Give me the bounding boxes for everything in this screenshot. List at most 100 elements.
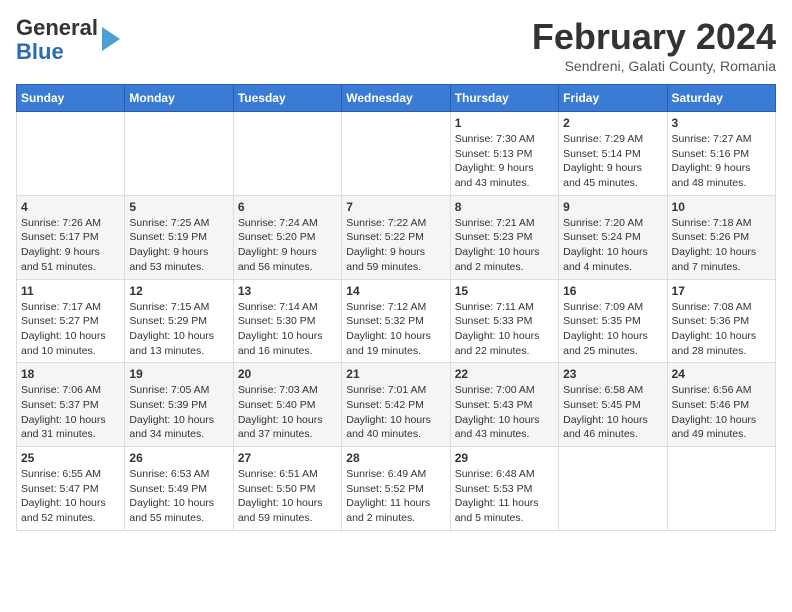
week-row-2: 4Sunrise: 7:26 AM Sunset: 5:17 PM Daylig…	[17, 195, 776, 279]
title-block: February 2024 Sendreni, Galati County, R…	[532, 16, 776, 74]
day-cell: 1Sunrise: 7:30 AM Sunset: 5:13 PM Daylig…	[450, 112, 558, 196]
page-header: General Blue February 2024 Sendreni, Gal…	[16, 16, 776, 74]
logo: General Blue	[16, 16, 120, 64]
day-number: 2	[563, 116, 662, 130]
day-number: 24	[672, 367, 771, 381]
day-cell: 23 Sunrise: 6:58 AM Sunset: 5:45 PM Dayli…	[559, 363, 667, 447]
day-cell	[559, 447, 667, 531]
day-info: Sunrise: 6:53 AM Sunset: 5:49 PM Dayligh…	[129, 467, 228, 526]
day-cell: 28 Sunrise: 6:49 AM Sunset: 5:52 PM Dayli…	[342, 447, 450, 531]
day-info: Sunrise: 7:17 AM Sunset: 5:27 PM Dayligh…	[21, 300, 120, 359]
day-info: Sunrise: 7:30 AM Sunset: 5:13 PM Dayligh…	[455, 132, 554, 191]
day-cell: 26 Sunrise: 6:53 AM Sunset: 5:49 PM Dayli…	[125, 447, 233, 531]
day-info: Sunrise: 7:20 AM Sunset: 5:24 PM Dayligh…	[563, 216, 662, 275]
day-cell	[125, 112, 233, 196]
day-number: 12	[129, 284, 228, 298]
day-info: Sunrise: 7:00 AM Sunset: 5:43 PM Dayligh…	[455, 383, 554, 442]
day-cell: 17 Sunrise: 7:08 AM Sunset: 5:36 PM Dayli…	[667, 279, 775, 363]
day-number: 25	[21, 451, 120, 465]
day-info: Sunrise: 7:06 AM Sunset: 5:37 PM Dayligh…	[21, 383, 120, 442]
day-number: 15	[455, 284, 554, 298]
day-cell: 20 Sunrise: 7:03 AM Sunset: 5:40 PM Dayli…	[233, 363, 341, 447]
day-cell: 2Sunrise: 7:29 AM Sunset: 5:14 PM Daylig…	[559, 112, 667, 196]
day-cell: 16 Sunrise: 7:09 AM Sunset: 5:35 PM Dayli…	[559, 279, 667, 363]
day-cell: 18Sunrise: 7:06 AM Sunset: 5:37 PM Dayli…	[17, 363, 125, 447]
day-cell: 12 Sunrise: 7:15 AM Sunset: 5:29 PM Dayli…	[125, 279, 233, 363]
day-cell: 10 Sunrise: 7:18 AM Sunset: 5:26 PM Dayli…	[667, 195, 775, 279]
column-header-sunday: Sunday	[17, 85, 125, 112]
day-info: Sunrise: 7:03 AM Sunset: 5:40 PM Dayligh…	[238, 383, 337, 442]
day-cell: 3 Sunrise: 7:27 AM Sunset: 5:16 PM Daylig…	[667, 112, 775, 196]
day-number: 19	[129, 367, 228, 381]
day-number: 22	[455, 367, 554, 381]
day-info: Sunrise: 7:01 AM Sunset: 5:42 PM Dayligh…	[346, 383, 445, 442]
calendar-body: 1Sunrise: 7:30 AM Sunset: 5:13 PM Daylig…	[17, 112, 776, 531]
column-header-wednesday: Wednesday	[342, 85, 450, 112]
column-header-monday: Monday	[125, 85, 233, 112]
day-info: Sunrise: 7:11 AM Sunset: 5:33 PM Dayligh…	[455, 300, 554, 359]
day-cell: 7 Sunrise: 7:22 AM Sunset: 5:22 PM Daylig…	[342, 195, 450, 279]
day-cell: 4Sunrise: 7:26 AM Sunset: 5:17 PM Daylig…	[17, 195, 125, 279]
day-number: 9	[563, 200, 662, 214]
day-cell: 29Sunrise: 6:48 AM Sunset: 5:53 PM Dayli…	[450, 447, 558, 531]
day-number: 7	[346, 200, 445, 214]
day-number: 29	[455, 451, 554, 465]
day-cell	[342, 112, 450, 196]
day-number: 8	[455, 200, 554, 214]
day-info: Sunrise: 7:27 AM Sunset: 5:16 PM Dayligh…	[672, 132, 771, 191]
day-info: Sunrise: 7:22 AM Sunset: 5:22 PM Dayligh…	[346, 216, 445, 275]
day-number: 6	[238, 200, 337, 214]
logo-general: General	[16, 15, 98, 40]
month-title: February 2024	[532, 16, 776, 58]
day-info: Sunrise: 6:58 AM Sunset: 5:45 PM Dayligh…	[563, 383, 662, 442]
day-cell	[17, 112, 125, 196]
day-number: 20	[238, 367, 337, 381]
calendar-table: SundayMondayTuesdayWednesdayThursdayFrid…	[16, 84, 776, 531]
day-number: 13	[238, 284, 337, 298]
day-info: Sunrise: 7:15 AM Sunset: 5:29 PM Dayligh…	[129, 300, 228, 359]
day-number: 10	[672, 200, 771, 214]
day-info: Sunrise: 6:49 AM Sunset: 5:52 PM Dayligh…	[346, 467, 445, 526]
week-row-1: 1Sunrise: 7:30 AM Sunset: 5:13 PM Daylig…	[17, 112, 776, 196]
week-row-5: 25Sunrise: 6:55 AM Sunset: 5:47 PM Dayli…	[17, 447, 776, 531]
week-row-3: 11Sunrise: 7:17 AM Sunset: 5:27 PM Dayli…	[17, 279, 776, 363]
day-cell: 13 Sunrise: 7:14 AM Sunset: 5:30 PM Dayli…	[233, 279, 341, 363]
logo-blue: Blue	[16, 39, 64, 64]
day-cell: 6 Sunrise: 7:24 AM Sunset: 5:20 PM Daylig…	[233, 195, 341, 279]
logo-arrow-icon	[102, 27, 120, 51]
day-info: Sunrise: 7:12 AM Sunset: 5:32 PM Dayligh…	[346, 300, 445, 359]
day-info: Sunrise: 7:05 AM Sunset: 5:39 PM Dayligh…	[129, 383, 228, 442]
day-number: 21	[346, 367, 445, 381]
day-number: 14	[346, 284, 445, 298]
day-number: 27	[238, 451, 337, 465]
day-number: 28	[346, 451, 445, 465]
day-info: Sunrise: 7:18 AM Sunset: 5:26 PM Dayligh…	[672, 216, 771, 275]
day-info: Sunrise: 7:08 AM Sunset: 5:36 PM Dayligh…	[672, 300, 771, 359]
day-info: Sunrise: 6:56 AM Sunset: 5:46 PM Dayligh…	[672, 383, 771, 442]
day-cell: 9 Sunrise: 7:20 AM Sunset: 5:24 PM Daylig…	[559, 195, 667, 279]
day-info: Sunrise: 7:09 AM Sunset: 5:35 PM Dayligh…	[563, 300, 662, 359]
day-cell: 5Sunrise: 7:25 AM Sunset: 5:19 PM Daylig…	[125, 195, 233, 279]
day-cell: 24 Sunrise: 6:56 AM Sunset: 5:46 PM Dayli…	[667, 363, 775, 447]
column-header-saturday: Saturday	[667, 85, 775, 112]
day-cell: 11Sunrise: 7:17 AM Sunset: 5:27 PM Dayli…	[17, 279, 125, 363]
day-cell: 25Sunrise: 6:55 AM Sunset: 5:47 PM Dayli…	[17, 447, 125, 531]
day-number: 4	[21, 200, 120, 214]
week-row-4: 18Sunrise: 7:06 AM Sunset: 5:37 PM Dayli…	[17, 363, 776, 447]
day-cell: 8 Sunrise: 7:21 AM Sunset: 5:23 PM Daylig…	[450, 195, 558, 279]
day-info: Sunrise: 7:21 AM Sunset: 5:23 PM Dayligh…	[455, 216, 554, 275]
day-number: 16	[563, 284, 662, 298]
day-number: 17	[672, 284, 771, 298]
day-info: Sunrise: 7:14 AM Sunset: 5:30 PM Dayligh…	[238, 300, 337, 359]
column-header-friday: Friday	[559, 85, 667, 112]
location-subtitle: Sendreni, Galati County, Romania	[532, 58, 776, 74]
day-cell: 27Sunrise: 6:51 AM Sunset: 5:50 PM Dayli…	[233, 447, 341, 531]
day-number: 26	[129, 451, 228, 465]
day-info: Sunrise: 7:24 AM Sunset: 5:20 PM Dayligh…	[238, 216, 337, 275]
day-cell	[667, 447, 775, 531]
day-number: 23	[563, 367, 662, 381]
day-cell: 19 Sunrise: 7:05 AM Sunset: 5:39 PM Dayli…	[125, 363, 233, 447]
day-number: 3	[672, 116, 771, 130]
column-header-thursday: Thursday	[450, 85, 558, 112]
day-info: Sunrise: 7:25 AM Sunset: 5:19 PM Dayligh…	[129, 216, 228, 275]
